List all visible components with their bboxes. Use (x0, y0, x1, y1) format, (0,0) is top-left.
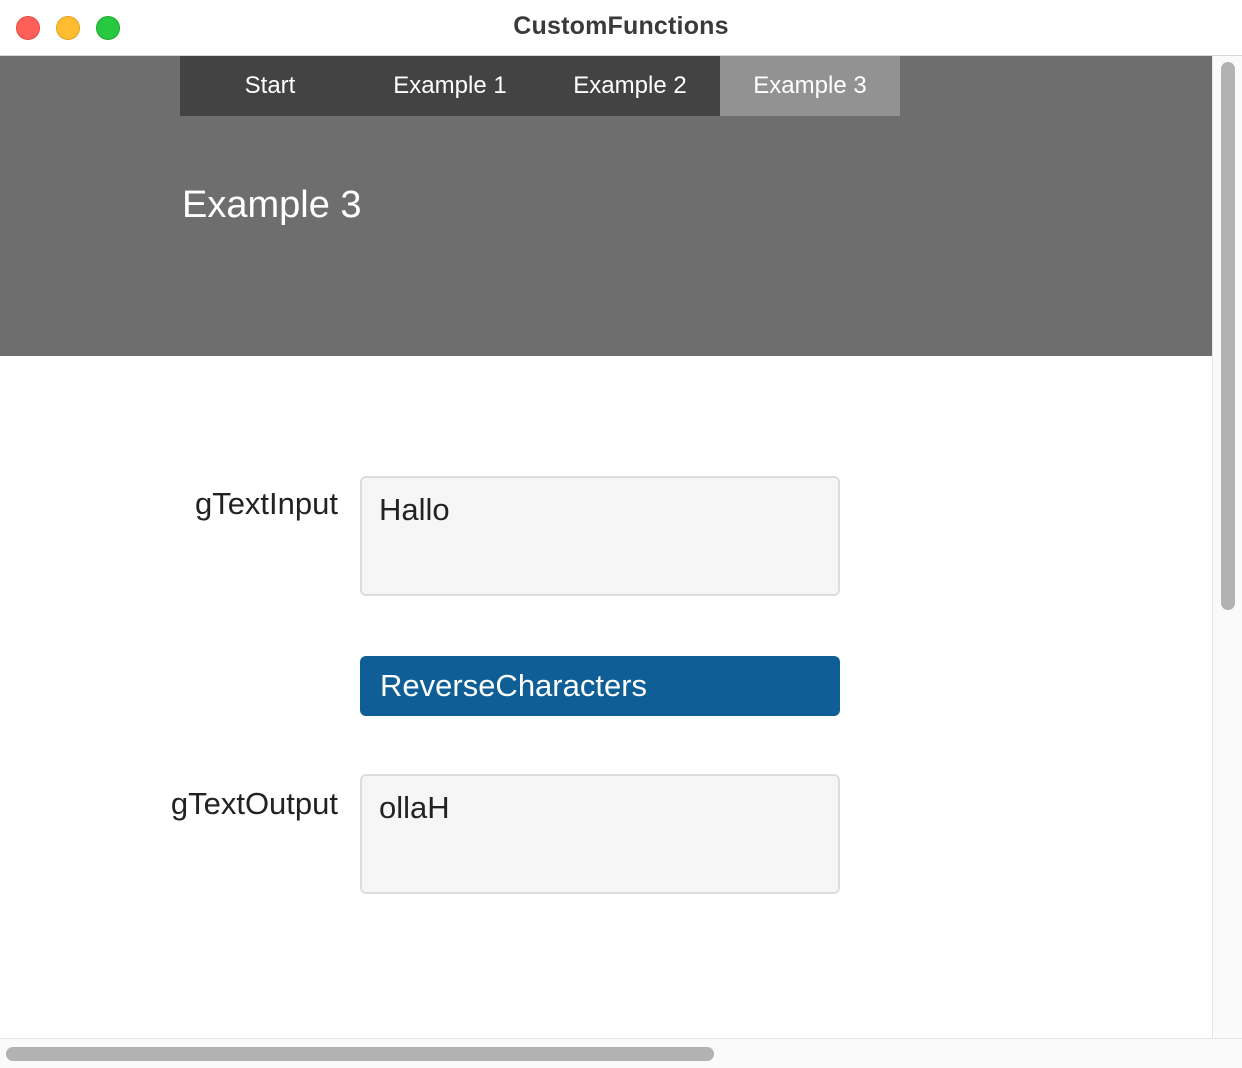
reverse-characters-button[interactable]: ReverseCharacters (360, 656, 840, 716)
tab-example-1[interactable]: Example 1 (360, 56, 540, 116)
vertical-scrollbar[interactable] (1212, 56, 1242, 1038)
page-content: Start Example 1 Example 2 Example 3 Exam… (0, 56, 1212, 1038)
page-title: Example 3 (182, 184, 362, 226)
horizontal-scrollbar-thumb[interactable] (6, 1047, 714, 1061)
vertical-scrollbar-thumb[interactable] (1221, 62, 1235, 610)
tab-start[interactable]: Start (180, 56, 360, 116)
app-window: CustomFunctions Start Example 1 Example … (0, 0, 1242, 1068)
text-output-field[interactable]: ollaH (360, 774, 840, 894)
window-title: CustomFunctions (513, 12, 729, 40)
page-header: Start Example 1 Example 2 Example 3 Exam… (0, 56, 1212, 356)
text-output-label: gTextOutput (170, 786, 338, 821)
tab-example-2[interactable]: Example 2 (540, 56, 720, 116)
text-input-field[interactable]: Hallo (360, 476, 840, 596)
navbar: Start Example 1 Example 2 Example 3 (180, 56, 900, 116)
title-bar: CustomFunctions (0, 0, 1242, 56)
text-input-label: gTextInput (194, 486, 338, 521)
horizontal-scrollbar[interactable] (0, 1038, 1242, 1068)
tab-example-3[interactable]: Example 3 (720, 56, 900, 116)
